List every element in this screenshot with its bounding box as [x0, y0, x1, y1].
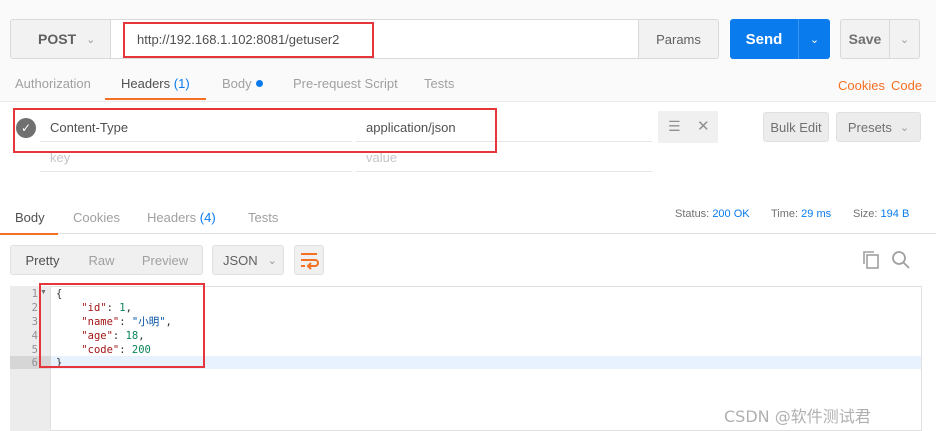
preview-button[interactable]: Preview — [129, 246, 201, 274]
chevron-down-icon: ⌄ — [86, 33, 96, 46]
tab-body-label: Body — [222, 76, 252, 91]
line-number: 4 — [31, 330, 38, 342]
chevron-down-icon: ⌄ — [267, 254, 277, 267]
save-button[interactable]: Save — [840, 19, 890, 59]
chevron-down-icon: ⌄ — [899, 33, 910, 46]
copy-icon[interactable] — [862, 250, 880, 273]
divider — [356, 171, 652, 172]
params-label: Params — [656, 31, 701, 47]
time-label: Time: — [771, 208, 799, 220]
response-tab-headers-count: (4) — [199, 210, 216, 225]
size-label: Size: — [853, 208, 878, 220]
send-label: Send — [745, 30, 783, 48]
chevron-down-icon: ⌄ — [809, 33, 820, 46]
response-tab-tests[interactable]: Tests — [248, 210, 278, 225]
delete-row-icon[interactable]: ✕ — [697, 117, 710, 135]
response-tab-headers[interactable]: Headers (4) — [147, 210, 216, 225]
tab-prerequest-script[interactable]: Pre-request Script — [293, 76, 398, 91]
send-button[interactable]: Send — [730, 19, 798, 59]
send-dropdown-button[interactable]: ⌄ — [798, 19, 830, 59]
line-number: 6 — [31, 357, 38, 369]
tab-authorization-label: Authorization — [15, 76, 91, 91]
params-button[interactable]: Params — [638, 19, 719, 59]
tab-headers-label: Headers — [121, 76, 171, 91]
tab-authorization[interactable]: Authorization — [15, 76, 91, 91]
time-readout: Time: 29 ms — [771, 208, 831, 220]
wrap-lines-button[interactable] — [294, 245, 324, 275]
code-link[interactable]: Code — [891, 78, 922, 93]
tab-prerequest-label: Pre-request Script — [293, 76, 398, 91]
view-mode-group: Pretty Raw Preview — [10, 245, 203, 275]
tab-body[interactable]: Body — [222, 76, 263, 91]
cookies-link[interactable]: Cookies — [838, 78, 885, 93]
body-modified-dot-icon — [255, 80, 263, 87]
active-tab-indicator — [0, 233, 58, 235]
status-readout: Status: 200 OK — [675, 208, 750, 220]
size-value: 194 B — [880, 208, 910, 220]
time-value: 29 ms — [801, 208, 832, 220]
presets-button[interactable]: Presets ⌄ — [836, 112, 921, 142]
line-number: 5 — [31, 344, 38, 356]
url-highlight-box — [123, 22, 374, 58]
header-highlight-box — [13, 108, 497, 153]
save-label: Save — [848, 31, 882, 47]
wrap-lines-icon — [301, 253, 319, 270]
status-value: 200 OK — [712, 208, 750, 220]
tab-tests-label: Tests — [424, 76, 455, 91]
tab-headers-count: (1) — [173, 76, 190, 91]
method-label: POST — [38, 31, 77, 47]
watermark: CSDN @软件测试君 — [724, 407, 871, 426]
bulk-edit-label: Bulk Edit — [770, 119, 822, 135]
format-select-label: JSON — [223, 252, 258, 268]
raw-button[interactable]: Raw — [74, 246, 129, 274]
status-label: Status: — [675, 208, 710, 220]
line-number: 2 — [31, 302, 38, 314]
tab-tests[interactable]: Tests — [424, 76, 454, 91]
response-tab-body[interactable]: Body — [15, 210, 45, 225]
save-dropdown-button[interactable]: ⌄ — [889, 19, 920, 59]
format-select[interactable]: JSON ⌄ — [212, 245, 284, 275]
line-number: 3 — [31, 316, 38, 328]
tab-headers[interactable]: Headers (1) — [121, 76, 190, 91]
chevron-down-icon: ⌄ — [899, 121, 910, 134]
method-select[interactable]: POST ⌄ — [10, 19, 111, 59]
pretty-button[interactable]: Pretty — [11, 246, 74, 274]
size-readout: Size: 194 B — [853, 208, 909, 220]
active-tab-indicator — [105, 98, 206, 100]
response-tab-headers-label: Headers — [147, 210, 197, 225]
line-number: 1 — [31, 288, 38, 300]
presets-label: Presets — [847, 119, 892, 135]
drag-handle-icon[interactable]: ☰ — [668, 118, 681, 135]
bulk-edit-button[interactable]: Bulk Edit — [763, 112, 829, 142]
response-highlight-box — [39, 283, 205, 368]
search-icon[interactable] — [891, 250, 911, 273]
divider — [40, 171, 352, 172]
response-tab-cookies[interactable]: Cookies — [73, 210, 120, 225]
